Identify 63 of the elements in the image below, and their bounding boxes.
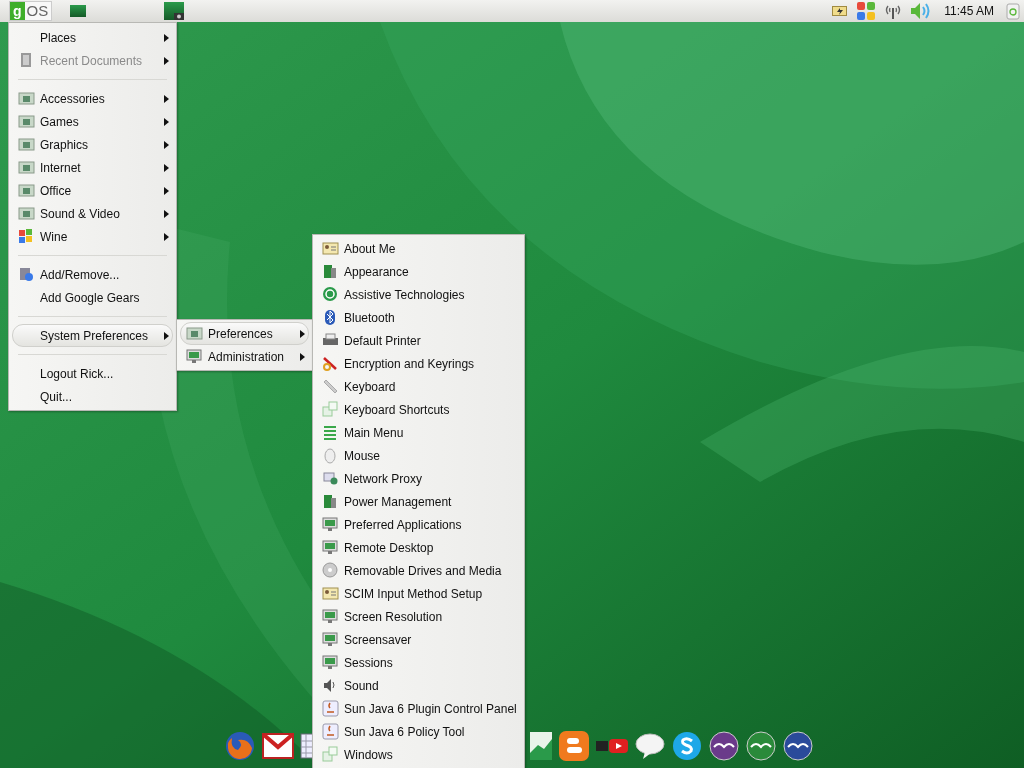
menu-item[interactable]: Wine: [12, 225, 173, 248]
spreadsheet-icon[interactable]: [530, 731, 552, 761]
skype-icon[interactable]: [672, 731, 702, 761]
chat-bubble-icon[interactable]: [635, 732, 665, 760]
screenshot-icon[interactable]: [164, 2, 185, 20]
gull-logo-icon[interactable]: [783, 731, 813, 761]
menu-item[interactable]: Add Google Gears: [12, 286, 173, 309]
window-icon[interactable]: [70, 5, 87, 17]
monitor-icon: [322, 539, 339, 556]
menu-item[interactable]: Logout Rick...: [12, 362, 173, 385]
menu-item[interactable]: Quit...: [12, 385, 173, 408]
network-icon: [322, 470, 339, 487]
menu-item[interactable]: Places: [12, 26, 173, 49]
menu-item[interactable]: Accessories: [12, 87, 173, 110]
menu-item[interactable]: Appearance: [316, 260, 521, 283]
menu-item[interactable]: Preferences: [180, 322, 309, 345]
menu-list-icon: [322, 424, 339, 441]
menu-item[interactable]: Bluetooth: [316, 306, 521, 329]
menu-item[interactable]: Windows: [316, 743, 521, 766]
contact-card-icon: [322, 240, 339, 257]
menu-item[interactable]: Games: [12, 110, 173, 133]
windows-flag-icon: [18, 228, 35, 245]
menu-item[interactable]: Sessions: [316, 651, 521, 674]
windows-flag-icon[interactable]: [856, 1, 877, 21]
blogger-icon[interactable]: [559, 731, 589, 761]
menu-item[interactable]: Internet: [12, 156, 173, 179]
menu-item[interactable]: Preferred Applications: [316, 513, 521, 536]
menu-item[interactable]: Add/Remove...: [12, 263, 173, 286]
menu-item[interactable]: Removable Drives and Media: [316, 559, 521, 582]
menu-item[interactable]: Screen Resolution: [316, 605, 521, 628]
menu-item[interactable]: Encryption and Keyrings: [316, 352, 521, 375]
gull-logo-icon[interactable]: [746, 731, 776, 761]
video-logo-icon[interactable]: [596, 738, 628, 754]
menu-item[interactable]: Screensaver: [316, 628, 521, 651]
menu-item[interactable]: Network Proxy: [316, 467, 521, 490]
accessibility-icon: [322, 286, 339, 303]
gull-logo-icon[interactable]: [709, 731, 739, 761]
menu-item[interactable]: Office: [12, 179, 173, 202]
menu-item[interactable]: Keyboard: [316, 375, 521, 398]
clock[interactable]: 11:45 AM: [944, 4, 994, 18]
menu-item[interactable]: Mouse: [316, 444, 521, 467]
menu-item[interactable]: Graphics: [12, 133, 173, 156]
menu-item[interactable]: Main Menu: [316, 421, 521, 444]
disc-icon: [322, 562, 339, 579]
menu-item[interactable]: Default Printer: [316, 329, 521, 352]
menu-item[interactable]: Remote Desktop: [316, 536, 521, 559]
menu-item[interactable]: Administration: [180, 345, 309, 368]
menu-item[interactable]: Sun Java 6 Policy Tool: [316, 720, 521, 743]
menu-item[interactable]: SCIM Input Method Setup: [316, 582, 521, 605]
menu-item[interactable]: Keyboard Shortcuts: [316, 398, 521, 421]
antenna-icon[interactable]: [884, 3, 903, 19]
menu-item[interactable]: Sound: [316, 674, 521, 697]
menu-item[interactable]: Power Management: [316, 490, 521, 513]
menu-item[interactable]: Sun Java 6 Plugin Control Panel: [316, 697, 521, 720]
menu-item[interactable]: System Preferences: [12, 324, 173, 347]
menu-item[interactable]: Assistive Technologies: [316, 283, 521, 306]
menu-item[interactable]: About Me: [316, 237, 521, 260]
menu-item[interactable]: Sound & Video: [12, 202, 173, 225]
mouse-icon: [322, 447, 339, 464]
monitor-icon: [186, 348, 203, 365]
monitor-icon: [322, 608, 339, 625]
mail-envelope-icon[interactable]: [262, 733, 294, 759]
menu-logo[interactable]: g OS: [9, 1, 53, 21]
